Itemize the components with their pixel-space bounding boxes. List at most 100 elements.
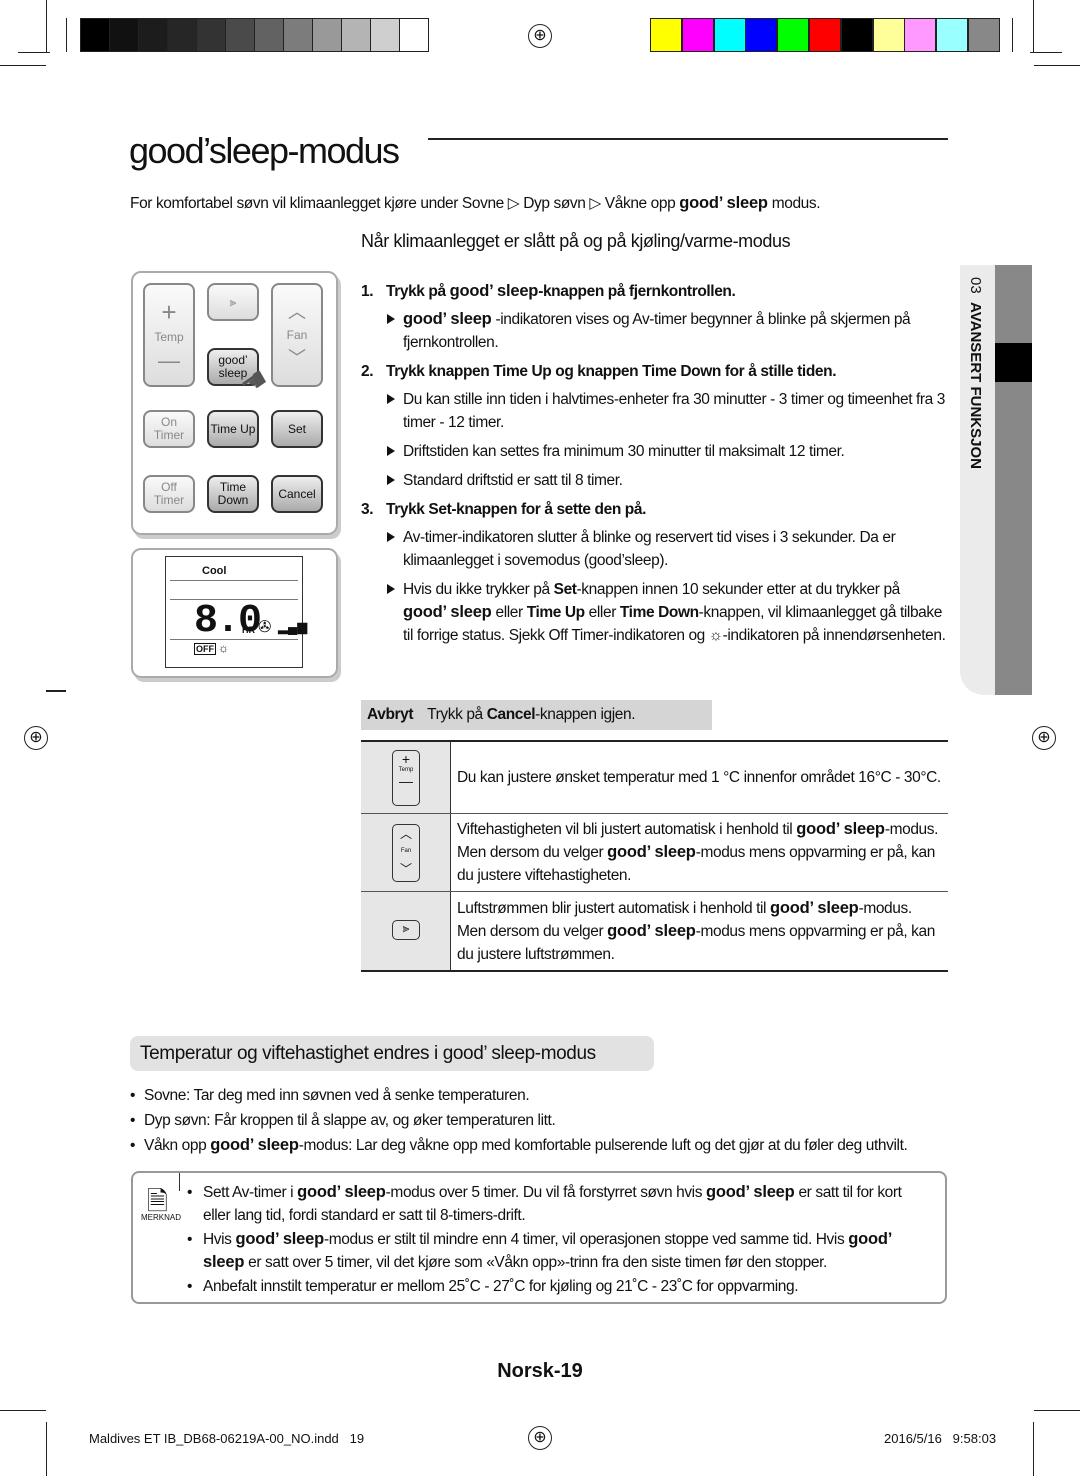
cancel-bar: Avbryt Trykk på Cancel-knappen igjen. — [361, 700, 712, 730]
gray-swatch — [167, 18, 197, 52]
step-detail: Standard driftstid er satt til 8 timer. — [361, 469, 946, 492]
table-row: ⫸ Luftstrømmen blir justert automatisk i … — [361, 891, 948, 970]
icon-cell: ︿ Fan ﹀ — [361, 814, 451, 891]
gray-swatch — [109, 18, 139, 52]
good-sleep-logo-text: good’ sleep — [403, 603, 492, 621]
description-text: Viftehastigheten vil bli justert automat… — [457, 818, 942, 887]
text-segment: Du kan justere ønsket temperatur med 1 °… — [457, 769, 941, 786]
step-detail: good’ sleep -indikatoren vises og Av-tim… — [361, 308, 946, 354]
step-detail: Driftstiden kan settes fra minimum 30 mi… — [361, 440, 946, 463]
bold-text: Time Down — [642, 363, 721, 380]
bold-text: Set — [428, 501, 452, 518]
bold-text: Time Up — [493, 363, 552, 380]
description-text: Luftstrømmen blir justert automatisk i h… — [457, 897, 942, 966]
description-cell: Du kan justere ønsket temperatur med 1 °… — [451, 742, 948, 813]
text-segment: -modus er stilt til mindre enn 4 timer, … — [324, 1231, 849, 1248]
good-sleep-logo-text: good’ sleep — [679, 194, 768, 212]
gray-swatch — [312, 18, 342, 52]
step-number: 3. — [361, 501, 374, 518]
text-segment: Hvis du ikke trykker på — [403, 581, 554, 598]
intro-text: For komfortabel søvn vil klimaanlegget k… — [130, 192, 821, 215]
set-key: Set — [271, 410, 323, 448]
good-sleep-logo-text: good’ sleep — [705, 1183, 795, 1201]
color-swatch — [713, 18, 746, 52]
step-1: 1. Trykk på good’ sleep-knappen på fjernk… — [361, 280, 946, 354]
crop-mark — [66, 18, 67, 52]
gray-swatch — [80, 18, 110, 52]
fan-icon: ✇ — [258, 619, 272, 636]
crop-mark — [1034, 1410, 1080, 1411]
arrow-bullet-icon — [387, 446, 395, 456]
text-segment: -knappen for å sette den på. — [451, 501, 646, 518]
gray-swatch — [254, 18, 284, 52]
color-swatch — [681, 18, 714, 52]
text-segment: Du kan stille inn tiden i halvtimes-enhe… — [403, 391, 946, 431]
icon-label: Temp — [398, 767, 414, 773]
note-box: 🗎 MERKNAD • Sett Av-timer i good’ sleep-m… — [131, 1171, 947, 1304]
sleep-indicator-icon: ☼ — [218, 641, 229, 655]
good-sleep-logo-text: good’ sleep — [607, 921, 696, 940]
note-item: • Hvis good’ sleep-modus er stilt til min… — [187, 1228, 927, 1274]
bold-text: Time Up — [526, 604, 585, 621]
icon-label: Fan — [400, 848, 412, 854]
registration-mark-icon: ⊕ — [1032, 726, 1056, 750]
color-swatch — [872, 18, 905, 52]
text-segment: -knappen på fjernkontrollen. — [538, 283, 736, 300]
text-segment: Sovne: Tar deg med inn søvnen ved å senk… — [144, 1087, 530, 1104]
bold-text: Time Down — [619, 604, 699, 621]
color-swatch — [650, 18, 682, 52]
text-segment: Viftehastigheten vil bli justert automat… — [457, 821, 797, 838]
remote-display: Cool 8.0 HR ✇ ▂▄▆ OFF ☼ — [131, 548, 338, 678]
description-text: Du kan justere ønsket temperatur med 1 °… — [457, 766, 941, 789]
manual-page: ⊕ ⊕ ⊕ ⊕ good’sleep-modus For komfortabel sø… — [0, 0, 1080, 1476]
page-number: Norsk-19 — [497, 1360, 583, 1382]
time-up-key: Time Up — [207, 410, 259, 448]
icon-cell: + Temp — — [361, 742, 451, 813]
crop-mark — [1033, 1422, 1034, 1476]
text-segment: Trykk knappen — [386, 363, 494, 380]
crop-mark — [1030, 52, 1062, 53]
text-segment: Hvis — [203, 1231, 236, 1248]
step-3: 3. Trykk Set-knappen for å sette den på. A… — [361, 498, 946, 647]
good-sleep-logo-text: good’ sleep — [607, 843, 696, 861]
crop-mark — [18, 52, 50, 53]
step-number: 2. — [361, 363, 374, 380]
text-segment: eller — [491, 604, 527, 621]
arrow-bullet-icon — [387, 532, 395, 542]
on-timer-key: On Timer — [143, 410, 195, 448]
gray-swatch — [370, 18, 400, 52]
bold-text: Cancel — [486, 706, 536, 723]
title-rule — [428, 138, 948, 140]
temp-button-icon: + Temp — — [392, 750, 420, 806]
registration-mark-icon: ⊕ — [528, 24, 552, 48]
color-swatch — [968, 18, 1000, 52]
text-segment: Sett Av-timer i — [203, 1184, 298, 1201]
off-timer-key: Off Timer — [143, 475, 195, 513]
step-heading: 1. Trykk på good’ sleep-knappen på fjernk… — [361, 280, 946, 303]
gray-swatch — [196, 18, 226, 52]
text-segment: Trykk på — [427, 706, 487, 723]
description-cell: Luftstrømmen blir justert automatisk i h… — [451, 892, 948, 970]
text-segment: Anbefalt innstilt temperatur er mellom 2… — [203, 1278, 799, 1295]
text-segment: Driftstiden kan settes fra minimum 30 mi… — [403, 443, 845, 460]
gray-swatch — [283, 18, 313, 52]
gray-swatch — [225, 18, 255, 52]
arrow-bullet-icon — [387, 394, 395, 404]
step-detail: Av-timer-indikatoren slutter å blinke og… — [361, 526, 946, 572]
step-detail: Du kan stille inn tiden i halvtimes-enhe… — [361, 388, 946, 434]
text-segment: Våkn opp — [144, 1137, 211, 1154]
crop-mark — [0, 1410, 46, 1411]
good-sleep-logo-text: good’ sleep — [210, 1136, 299, 1154]
footer-date: 2016/5/16 9:58:03 — [884, 1431, 997, 1446]
good-sleep-logo-text: good’ sleep — [796, 820, 885, 838]
text-segment: eller — [584, 604, 620, 621]
remote-illustration: + Temp — ⫸ ︿ Fan ﹀ good’ sleep On Timer Time… — [131, 271, 338, 535]
crop-mark — [1012, 18, 1013, 52]
display-unit: HR — [242, 625, 255, 635]
section-heading: Temperatur og viftehastighet endres i go… — [130, 1036, 654, 1071]
color-swatch — [809, 18, 841, 52]
arrow-bullet-icon — [387, 314, 395, 324]
crop-mark — [0, 65, 46, 66]
bullet-icon: • — [130, 1112, 136, 1129]
phase-item: • Våkn opp good’ sleep-modus: Lar deg våk… — [130, 1134, 950, 1157]
